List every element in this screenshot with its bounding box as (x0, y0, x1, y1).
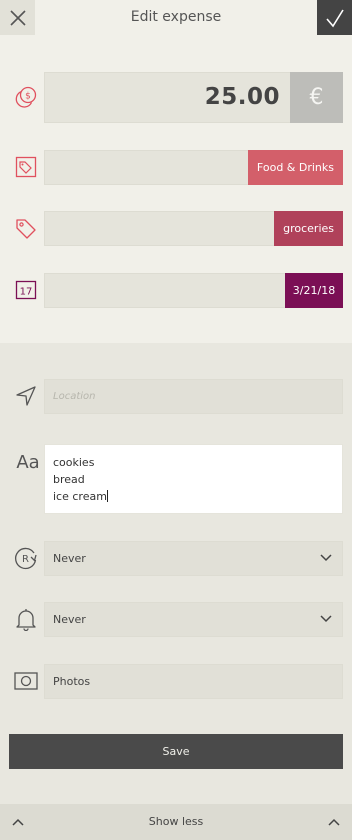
calendar-icon: 17 (13, 277, 39, 303)
chevron-up-icon (328, 818, 340, 826)
repeat-icon: R (13, 545, 39, 571)
svg-text:$: $ (25, 92, 31, 102)
date-field[interactable]: 3/21/18 (44, 273, 343, 308)
bell-icon (13, 606, 39, 632)
notes-line-last: ice cream (53, 488, 334, 505)
checkmark-icon (325, 9, 344, 27)
location-input[interactable] (45, 380, 342, 413)
category-field[interactable]: Food & Drinks (44, 150, 343, 185)
photos-field[interactable]: Photos (44, 664, 343, 699)
location-arrow-icon (13, 383, 39, 409)
camera-icon (13, 668, 39, 694)
tag-field[interactable]: groceries (44, 211, 343, 246)
notes-line: bread (53, 473, 85, 486)
close-button[interactable] (0, 0, 35, 35)
notes-line-text: ice cream (53, 490, 107, 503)
category-tag-icon (13, 154, 39, 180)
show-less-toggle[interactable]: Show less (0, 804, 352, 840)
amount-field[interactable]: 25.00 € (44, 72, 343, 123)
location-field[interactable] (44, 379, 343, 414)
repeat-select[interactable]: Never (44, 541, 343, 576)
confirm-button[interactable] (317, 0, 352, 35)
coins-icon: $ (13, 84, 39, 110)
svg-text:R: R (22, 554, 29, 565)
close-icon (9, 9, 26, 26)
notes-line: cookies (53, 456, 95, 469)
notes-textarea[interactable]: cookies bread ice cream (44, 444, 343, 514)
date-pill[interactable]: 3/21/18 (285, 273, 343, 308)
tag-icon (13, 215, 39, 241)
tag-pill[interactable]: groceries (274, 211, 343, 246)
photos-label: Photos (53, 675, 91, 688)
chevron-down-icon (320, 554, 332, 562)
reminder-select[interactable]: Never (44, 602, 343, 637)
currency-button[interactable]: € (290, 72, 343, 123)
page-title: Edit expense (130, 9, 222, 25)
reminder-value: Never (53, 613, 86, 626)
svg-text:17: 17 (20, 287, 33, 298)
repeat-value: Never (53, 552, 86, 565)
save-button[interactable]: Save (9, 734, 343, 769)
show-less-label: Show less (148, 815, 204, 828)
chevron-down-icon (320, 615, 332, 623)
text-icon: Aa (16, 451, 40, 473)
amount-value[interactable]: 25.00 (205, 73, 280, 122)
category-pill[interactable]: Food & Drinks (247, 150, 343, 185)
top-bar: Edit expense (0, 0, 352, 35)
text-caret (106, 490, 108, 502)
